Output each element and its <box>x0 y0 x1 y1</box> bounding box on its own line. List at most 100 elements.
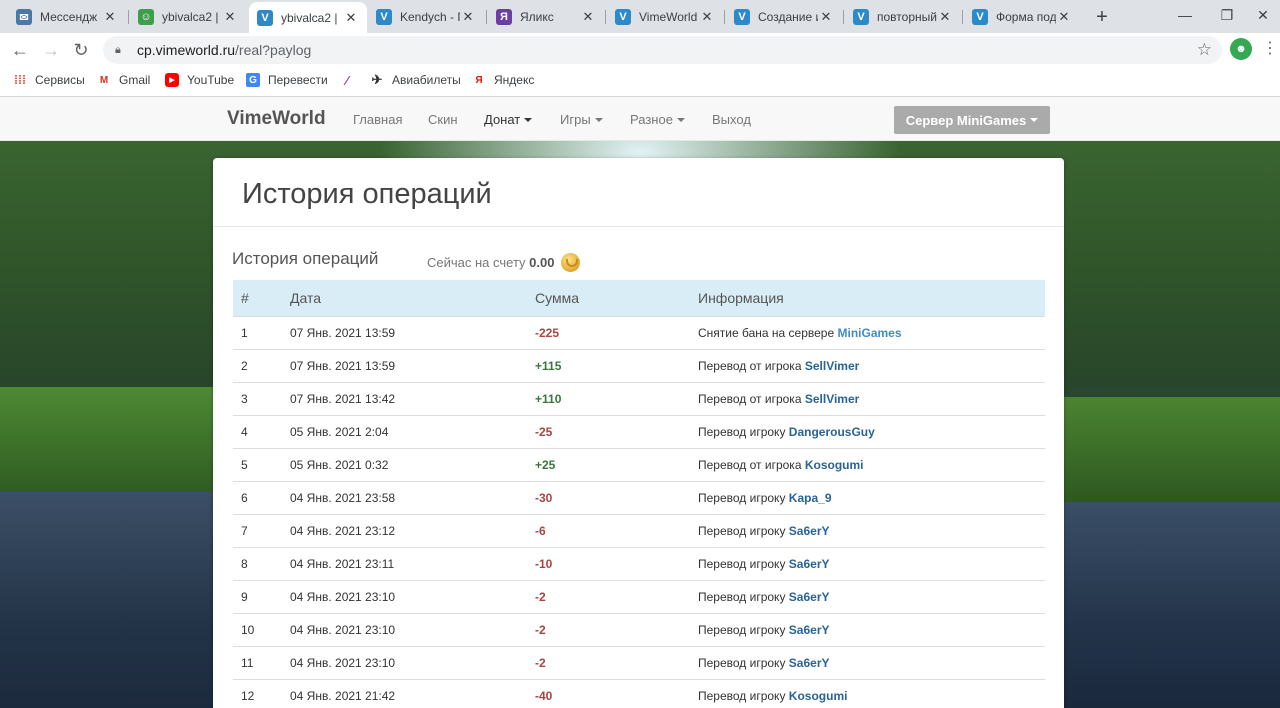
row-date: 05 Янв. 2021 0:32 <box>282 448 527 482</box>
tab-title: VimeWorld <box>639 10 698 24</box>
close-tab-icon[interactable]: ✕ <box>937 9 953 25</box>
row-sum: -25 <box>527 415 690 449</box>
new-tab-button[interactable]: + <box>1088 4 1116 30</box>
reload-icon[interactable]: ↻ <box>68 37 94 63</box>
bookmark-translate[interactable]: G Перевести <box>246 73 328 87</box>
row-info-text: Перевод игроку <box>698 622 786 637</box>
close-window-icon[interactable]: ✕ <box>1240 0 1280 30</box>
row-sum: -6 <box>527 514 690 548</box>
row-target-link[interactable]: SellVimer <box>805 392 859 406</box>
close-tab-icon[interactable]: ✕ <box>580 9 596 25</box>
browser-tab[interactable]: V Создание и ✕ <box>726 4 842 30</box>
row-date: 04 Янв. 2021 23:10 <box>282 580 527 614</box>
bookmark-gmail[interactable]: M Gmail <box>97 73 151 87</box>
row-target-link[interactable]: Sa6erY <box>789 623 830 637</box>
row-info: Перевод игроку DangerousGuy <box>690 415 1045 449</box>
browser-tab[interactable]: V Форма под ✕ <box>964 4 1080 30</box>
yandex-icon: Я <box>475 74 483 86</box>
section-title: История операций <box>232 249 379 268</box>
nav-logout[interactable]: Выход <box>712 112 751 127</box>
row-date: 04 Янв. 2021 21:42 <box>282 679 527 708</box>
site-brand[interactable]: VimeWorld <box>227 108 326 130</box>
browser-tab[interactable]: V повторный ✕ <box>845 4 961 30</box>
row-target-link[interactable]: Sa6erY <box>789 524 830 538</box>
tab-title: Яликс <box>520 10 554 24</box>
bookmark-services[interactable]: ⁞⁞⁞ Сервисы <box>13 73 85 87</box>
address-bar[interactable]: 🔒︎ cp.vimeworld.ru/real?paylog ☆ <box>103 36 1222 64</box>
browser-tab[interactable]: ☺ ybivalca2 | V ✕ <box>130 4 246 30</box>
row-info-text: Перевод игроку <box>698 523 786 538</box>
close-tab-icon[interactable]: ✕ <box>343 10 359 26</box>
bookmark-youtube[interactable]: ▶ YouTube <box>165 73 234 87</box>
browser-tab-active[interactable]: V ybivalca2 | ✕ <box>249 2 367 33</box>
browser-menu-icon[interactable]: ⋮ <box>1262 38 1278 58</box>
row-date: 07 Янв. 2021 13:42 <box>282 382 527 416</box>
bookmark-yandex[interactable]: Я Яндекс <box>472 73 534 87</box>
row-info: Перевод игроку Sa6erY <box>690 646 1045 680</box>
caret-down-icon <box>676 118 685 122</box>
coin-icon <box>561 253 581 272</box>
caret-down-icon <box>594 118 603 122</box>
server-select-button[interactable]: Сервер MiniGames <box>894 106 1050 134</box>
nav-games-label: Игры <box>560 112 591 127</box>
row-target-link[interactable]: Kapa_9 <box>789 491 832 505</box>
row-sum: +25 <box>527 448 690 482</box>
table-row: 10 04 Янв. 2021 23:10 -2 Перевод игроку Sa6… <box>233 613 1045 647</box>
url-path: /real?paylog <box>235 42 312 58</box>
tab-separator <box>605 10 606 24</box>
page-viewport: VimeWorld Главная Скин Донат Игры Разное… <box>0 97 1280 708</box>
table-row: 4 05 Янв. 2021 2:04 -25 Перевод игроку Dang… <box>233 415 1045 449</box>
forward-icon[interactable]: → <box>38 37 64 63</box>
nav-misc[interactable]: Разное <box>630 112 685 127</box>
browser-tab[interactable]: Я Яликс ✕ <box>488 4 604 30</box>
browser-tab[interactable]: V Kendych - П ✕ <box>368 4 484 30</box>
bookmark-label: Gmail <box>119 73 151 87</box>
close-tab-icon[interactable]: ✕ <box>1056 9 1072 25</box>
tab-separator <box>486 10 487 24</box>
close-tab-icon[interactable]: ✕ <box>818 9 834 25</box>
row-target-link[interactable]: DangerousGuy <box>789 425 875 439</box>
google-translate-icon: G <box>246 73 260 87</box>
row-num: 4 <box>233 415 282 449</box>
lock-icon[interactable]: 🔒︎ <box>115 44 129 57</box>
tab-separator <box>843 10 844 24</box>
bookmark-star-icon[interactable]: ☆ <box>1197 40 1212 60</box>
profile-avatar[interactable]: ☻ <box>1230 38 1252 60</box>
row-info: Перевод игроку Sa6erY <box>690 580 1045 614</box>
close-tab-icon[interactable]: ✕ <box>102 9 118 25</box>
table-row: 2 07 Янв. 2021 13:59 +115 Перевод от игрока… <box>233 349 1045 383</box>
tab-separator <box>962 10 963 24</box>
nav-donate-label: Донат <box>484 112 521 127</box>
row-target-link[interactable]: Sa6erY <box>789 656 830 670</box>
back-icon[interactable]: ← <box>7 37 33 63</box>
browser-tab[interactable]: ✉ Мессендж ✕ <box>8 4 126 30</box>
row-target-link[interactable]: Kosogumi <box>789 689 848 703</box>
bookmark-flights[interactable]: ✈ Авиабилеты <box>370 72 461 87</box>
column-header-info: Информация <box>690 280 1045 317</box>
table-row: 12 04 Янв. 2021 21:42 -40 Перевод игроку Ko… <box>233 679 1045 708</box>
row-info-text: Перевод от игрока <box>698 457 802 472</box>
bookmark-feather[interactable]: ⁄ <box>340 72 362 88</box>
close-tab-icon[interactable]: ✕ <box>699 9 715 25</box>
feather-icon: ⁄ <box>345 72 349 88</box>
nav-skin[interactable]: Скин <box>428 112 458 127</box>
close-tab-icon[interactable]: ✕ <box>460 9 476 25</box>
nav-donate[interactable]: Донат <box>484 112 533 127</box>
minimize-icon[interactable]: — <box>1162 0 1208 30</box>
row-num: 5 <box>233 448 282 482</box>
row-sum: -2 <box>527 646 690 680</box>
row-target-link[interactable]: SellVimer <box>805 359 859 373</box>
row-target-link[interactable]: Sa6erY <box>789 590 830 604</box>
bookmark-label: Яндекс <box>494 73 535 87</box>
row-num: 9 <box>233 580 282 614</box>
nav-home[interactable]: Главная <box>353 112 402 127</box>
nav-games[interactable]: Игры <box>560 112 603 127</box>
close-tab-icon[interactable]: ✕ <box>222 9 238 25</box>
row-info: Перевод игроку Sa6erY <box>690 613 1045 647</box>
row-target-link[interactable]: MiniGames <box>838 326 902 340</box>
browser-tab[interactable]: V VimeWorld ✕ <box>607 4 723 30</box>
tab-separator <box>724 10 725 24</box>
row-target-link[interactable]: Kosogumi <box>805 458 864 472</box>
table-row: 6 04 Янв. 2021 23:58 -30 Перевод игроку Kap… <box>233 481 1045 515</box>
row-target-link[interactable]: Sa6erY <box>789 557 830 571</box>
